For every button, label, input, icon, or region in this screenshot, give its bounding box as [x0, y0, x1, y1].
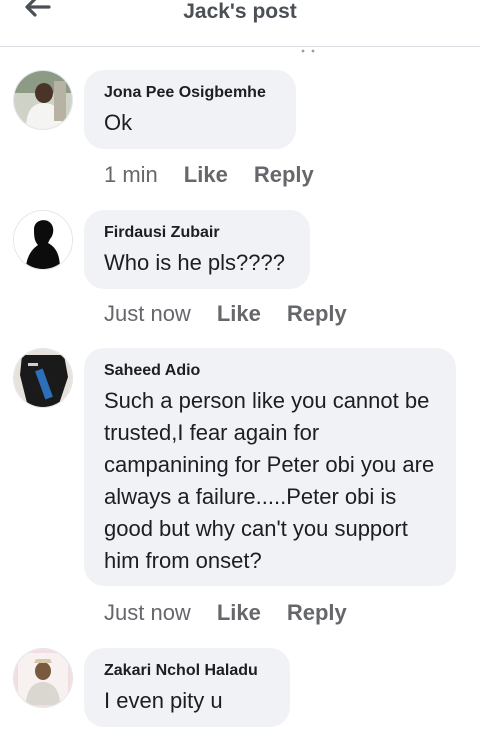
comment-time[interactable]: Just now: [104, 600, 191, 625]
reply-button[interactable]: Reply: [287, 600, 347, 625]
comment-text: Who is he pls????: [104, 250, 285, 275]
comment-actions: 1 min Like Reply: [104, 162, 314, 188]
comment-bubble: Jona Pee Osigbemhe Ok: [84, 70, 296, 149]
avatar[interactable]: [13, 348, 73, 408]
comment-author[interactable]: Saheed Adio: [104, 361, 436, 381]
reply-button[interactable]: Reply: [287, 301, 347, 326]
reply-button[interactable]: Reply: [254, 162, 314, 187]
comment-author[interactable]: Jona Pee Osigbemhe: [104, 83, 276, 103]
avatar[interactable]: [13, 70, 73, 130]
comment-actions: Just now Like Reply: [104, 600, 347, 626]
avatar[interactable]: [13, 210, 73, 270]
comment-text: Such a person like you cannot be trusted…: [104, 388, 435, 573]
comment-text: I even pity u: [104, 688, 223, 713]
comment-time[interactable]: Just now: [104, 301, 191, 326]
comment-actions: Just now Like Reply: [104, 301, 347, 327]
comment-bubble: Saheed Adio Such a person like you canno…: [84, 348, 456, 586]
like-button[interactable]: Like: [217, 600, 261, 625]
comment-author[interactable]: Firdausi Zubair: [104, 223, 290, 243]
avatar[interactable]: [13, 648, 73, 708]
like-button[interactable]: Like: [184, 162, 228, 187]
like-button[interactable]: Like: [217, 301, 261, 326]
top-bar: Jack's post: [0, 0, 480, 53]
scroll-indicator-icon: [292, 42, 322, 53]
comment-bubble: Firdausi Zubair Who is he pls????: [84, 210, 310, 289]
comment-time[interactable]: 1 min: [104, 162, 158, 187]
comment-author[interactable]: Zakari Nchol Haladu: [104, 661, 270, 681]
page-title: Jack's post: [183, 0, 297, 23]
comment-text: Ok: [104, 110, 133, 135]
comment-bubble: Zakari Nchol Haladu I even pity u: [84, 648, 290, 727]
